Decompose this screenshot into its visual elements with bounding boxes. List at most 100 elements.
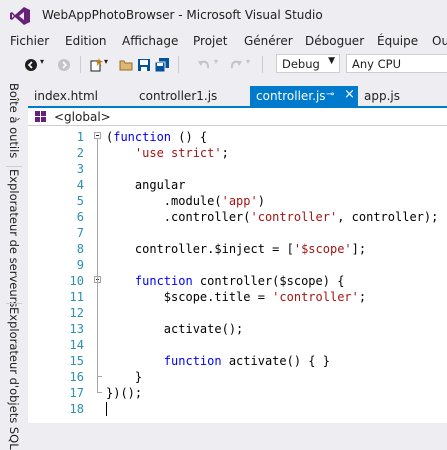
window-title: WebAppPhotoBrowser - Microsoft Visual St… (42, 8, 323, 22)
close-icon[interactable]: × (344, 87, 355, 102)
new-project-icon[interactable] (89, 58, 103, 72)
code-line[interactable]: 17 })(); (28, 384, 447, 400)
pin-icon[interactable]: ⊸ (326, 89, 334, 100)
new-dropdown-icon[interactable]: ▾ (104, 57, 108, 66)
side-tab-sql-object-explorer[interactable]: Explorateur d'objets SQL (4, 307, 24, 450)
code-line[interactable]: 16 } (28, 368, 447, 384)
forward-icon[interactable] (57, 58, 71, 72)
solution-platform-dropdown[interactable]: Any CPU (346, 54, 447, 73)
outline-guide-end (97, 376, 102, 377)
code-line[interactable]: 5 .module('app') (28, 192, 447, 208)
chevron-down-icon: ▼ (328, 56, 335, 66)
line-number: 3 (76, 162, 84, 176)
code-text: })(); (106, 386, 143, 400)
save-icon[interactable] (137, 58, 151, 72)
open-folder-icon[interactable] (119, 58, 133, 72)
code-line[interactable]: 6 .controller('controller', controller); (28, 208, 447, 224)
code-line[interactable]: 12 (28, 304, 447, 320)
line-number: 10 (69, 274, 84, 288)
visual-studio-logo-icon (10, 7, 30, 25)
toolbar-separator (262, 56, 263, 73)
side-separator (6, 303, 22, 304)
code-line[interactable]: 4 angular (28, 176, 447, 192)
menu-edit[interactable]: Edition (65, 34, 107, 48)
code-line[interactable]: 3 (28, 160, 447, 176)
menu-team[interactable]: Équipe (377, 34, 418, 48)
code-editor[interactable]: <global> 1 (function () {2 'use strict'; 3… (28, 108, 447, 423)
code-text: $scope.title = 'controller'; (106, 290, 367, 304)
code-text: 'use strict'; (134, 146, 229, 160)
code-line[interactable]: 1 (function () { (28, 128, 447, 144)
undo-dropdown-icon[interactable]: ▾ (214, 57, 218, 66)
line-number: 4 (76, 178, 84, 192)
code-text: controller.$inject = ['$scope']; (106, 242, 367, 256)
side-tab-label: Boîte à outils (7, 83, 21, 159)
code-area[interactable]: 1 (function () {2 'use strict'; 3 4 angular… (28, 128, 447, 423)
menu-more[interactable]: Ou (432, 34, 447, 48)
tab-label: index.html (34, 89, 98, 103)
code-line[interactable]: 11 $scope.title = 'controller'; (28, 288, 447, 304)
outline-guide-end (97, 392, 102, 393)
tab-index-html[interactable]: index.html (28, 86, 126, 106)
code-line[interactable]: 7 (28, 224, 447, 240)
platform-value: Any CPU (352, 57, 401, 71)
toolbar: ▾ ▾ ▾ ▾ Debug ▼ Any CPU (0, 52, 447, 77)
line-number: 12 (69, 306, 84, 320)
scope-dropdown[interactable]: <global> (54, 110, 111, 124)
side-separator (6, 166, 22, 167)
code-line[interactable]: 10 function controller($scope) { (28, 272, 447, 288)
line-number: 14 (69, 338, 84, 352)
line-number: 1 (76, 130, 84, 144)
line-number: 5 (76, 194, 84, 208)
line-number: 15 (69, 354, 84, 368)
toolbar-separator (178, 56, 179, 73)
collapse-toggle-icon[interactable] (94, 132, 101, 139)
save-all-icon[interactable] (155, 58, 169, 72)
code-text: activate(); (106, 322, 244, 336)
line-number: 7 (76, 226, 84, 240)
menu-view[interactable]: Affichage (122, 34, 178, 48)
line-number: 13 (69, 322, 84, 336)
code-text: function controller($scope) { (134, 274, 345, 288)
line-number: 8 (76, 242, 84, 256)
tab-label: controller1.js (139, 89, 218, 103)
side-tool-windows: Boîte à outils Explorateur de serveurs E… (0, 77, 28, 450)
code-text: function activate() { } (163, 354, 330, 368)
menu-bar: Fichier Edition Affichage Projet Générer… (0, 31, 447, 52)
back-dropdown-icon[interactable]: ▾ (40, 57, 44, 66)
code-line[interactable]: 18 (28, 400, 447, 416)
tab-label: controller.js (256, 89, 326, 103)
line-number: 16 (69, 370, 84, 384)
code-text: } (106, 370, 143, 384)
toolbar-separator (80, 56, 81, 73)
solution-configuration-dropdown[interactable]: Debug ▼ (276, 54, 340, 73)
code-line[interactable]: 13 activate(); (28, 320, 447, 336)
code-line[interactable]: 2 'use strict'; (28, 144, 447, 160)
line-number: 18 (69, 402, 84, 416)
code-line[interactable]: 8 controller.$inject = ['$scope']; (28, 240, 447, 256)
tab-app-js[interactable]: app.js (358, 86, 428, 106)
menu-project[interactable]: Projet (193, 34, 227, 48)
line-number: 17 (69, 386, 84, 400)
code-line[interactable]: 15 function activate() { } (28, 352, 447, 368)
menu-build[interactable]: Générer (244, 34, 293, 48)
tab-controller-js[interactable]: controller.js ⊸ × (250, 86, 358, 106)
text-caret (106, 402, 107, 416)
side-tab-server-explorer[interactable]: Explorateur de serveurs (4, 169, 24, 307)
back-icon[interactable] (24, 58, 38, 72)
menu-file[interactable]: Fichier (10, 34, 49, 48)
menu-debug[interactable]: Déboguer (305, 34, 364, 48)
redo-icon[interactable] (229, 58, 243, 72)
undo-icon[interactable] (197, 58, 211, 72)
code-line[interactable]: 9 (28, 256, 447, 272)
redo-dropdown-icon[interactable]: ▾ (246, 57, 250, 66)
tab-controller1-js[interactable]: controller1.js (129, 86, 247, 106)
tab-label: app.js (364, 89, 400, 103)
code-text: .controller('controller', controller); (106, 210, 439, 224)
code-text: (function () { (106, 130, 208, 144)
side-tab-toolbox[interactable]: Boîte à outils (4, 83, 24, 165)
outline-guide (97, 283, 98, 376)
code-line[interactable]: 14 (28, 336, 447, 352)
side-tab-label: Explorateur d'objets SQL (7, 307, 21, 450)
line-number: 2 (76, 146, 84, 160)
